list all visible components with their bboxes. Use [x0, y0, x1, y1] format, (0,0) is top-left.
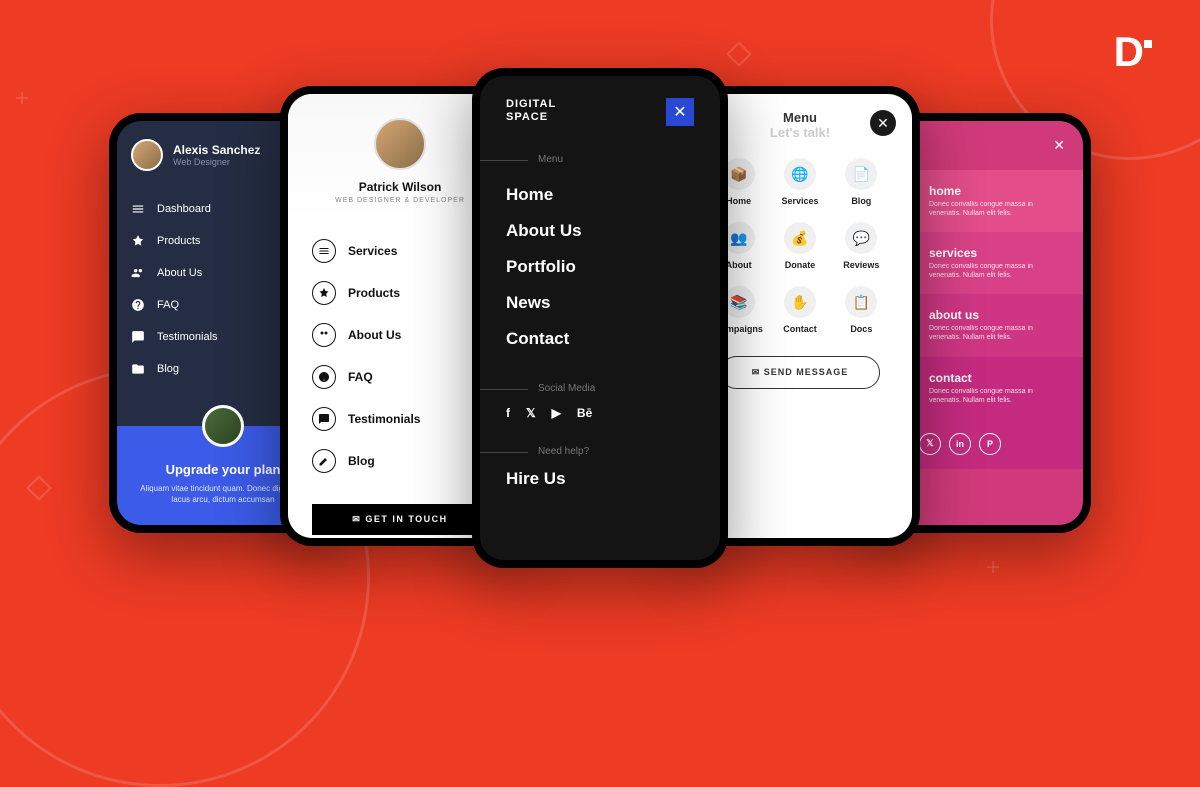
star-icon: [312, 281, 336, 305]
grid-item-blog[interactable]: 📄 Blog: [835, 158, 888, 206]
grid-item-donate[interactable]: 💰 Donate: [773, 222, 826, 270]
x-icon[interactable]: 𝕏: [526, 406, 536, 420]
nav-contact[interactable]: Contact: [506, 321, 694, 357]
question-icon: [312, 365, 336, 389]
behance-icon[interactable]: Bē: [577, 406, 592, 420]
close-button[interactable]: ✕: [666, 98, 694, 126]
grid-icon: 🌐: [784, 158, 816, 190]
users-icon: [312, 323, 336, 347]
grid-label: Reviews: [835, 260, 888, 270]
close-button[interactable]: ✕: [870, 110, 896, 136]
grid-label: Services: [773, 196, 826, 206]
lets-talk-label: Let's talk!: [704, 125, 896, 140]
nav-products[interactable]: Products: [312, 272, 488, 314]
grid-icon: 💬: [845, 222, 877, 254]
grid-icon: 📋: [845, 286, 877, 318]
chat-icon: [312, 407, 336, 431]
phone-mockup-3: DIGITALSPACE ✕ Menu Home About Us Portfo…: [472, 68, 728, 568]
linkedin-icon[interactable]: in: [949, 433, 971, 455]
row-title: home: [929, 184, 1065, 198]
hire-us-link[interactable]: Hire Us: [506, 469, 694, 489]
facebook-icon[interactable]: f: [506, 406, 510, 420]
grid-item-docs[interactable]: 📋 Docs: [835, 286, 888, 334]
grid-item-services[interactable]: 🌐 Services: [773, 158, 826, 206]
grid-label: Blog: [835, 196, 888, 206]
grid-label: Docs: [835, 324, 888, 334]
get-in-touch-button[interactable]: ✉ GET IN TOUCH: [312, 504, 488, 535]
list-icon: [312, 239, 336, 263]
menu-section-label: Menu: [506, 154, 694, 165]
nav-portfolio[interactable]: Portfolio: [506, 249, 694, 285]
help-section-label: Need help?: [506, 446, 694, 457]
nav-news[interactable]: News: [506, 285, 694, 321]
nav-about[interactable]: About Us: [506, 213, 694, 249]
youtube-icon[interactable]: ▶: [552, 406, 561, 420]
pinterest-icon[interactable]: P: [979, 433, 1001, 455]
row-title: services: [929, 246, 1065, 260]
nav-testimonials[interactable]: Testimonials: [312, 398, 488, 440]
x-icon[interactable]: 𝕏: [919, 433, 941, 455]
nav-blog[interactable]: Blog: [312, 440, 488, 482]
nav-home[interactable]: Home: [506, 177, 694, 213]
row-desc: Donec convallis congue massa in venenati…: [929, 200, 1065, 218]
grid-item-reviews[interactable]: 💬 Reviews: [835, 222, 888, 270]
menu-label: Menu: [704, 110, 896, 125]
user-role: Web Designer: [173, 157, 260, 167]
brand-name: DIGITALSPACE: [506, 98, 556, 124]
row-desc: Donec convallis congue massa in venenati…: [929, 324, 1065, 342]
user-name: Alexis Sanchez: [173, 143, 260, 157]
bg-diamond-icon: [726, 41, 751, 66]
grid-icon: ✋: [784, 286, 816, 318]
close-button[interactable]: ✕: [1053, 137, 1065, 154]
upgrade-avatar: [202, 405, 244, 447]
edit-icon: [312, 449, 336, 473]
grid-icon: 💰: [784, 222, 816, 254]
grid-item-contact[interactable]: ✋ Contact: [773, 286, 826, 334]
nav-about[interactable]: About Us: [312, 314, 488, 356]
row-desc: Donec convallis congue massa in venenati…: [929, 262, 1065, 280]
avatar: [374, 118, 426, 170]
send-message-button[interactable]: ✉ SEND MESSAGE: [720, 356, 880, 389]
grid-label: Donate: [773, 260, 826, 270]
nav-faq[interactable]: FAQ: [312, 356, 488, 398]
social-section-label: Social Media: [506, 383, 694, 394]
nav-services[interactable]: Services: [312, 230, 488, 272]
grid-label: Contact: [773, 324, 826, 334]
avatar: [131, 139, 163, 171]
row-title: about us: [929, 308, 1065, 322]
row-desc: Donec convallis congue massa in venenati…: [929, 387, 1065, 405]
row-title: contact: [929, 371, 1065, 385]
grid-icon: 📄: [845, 158, 877, 190]
